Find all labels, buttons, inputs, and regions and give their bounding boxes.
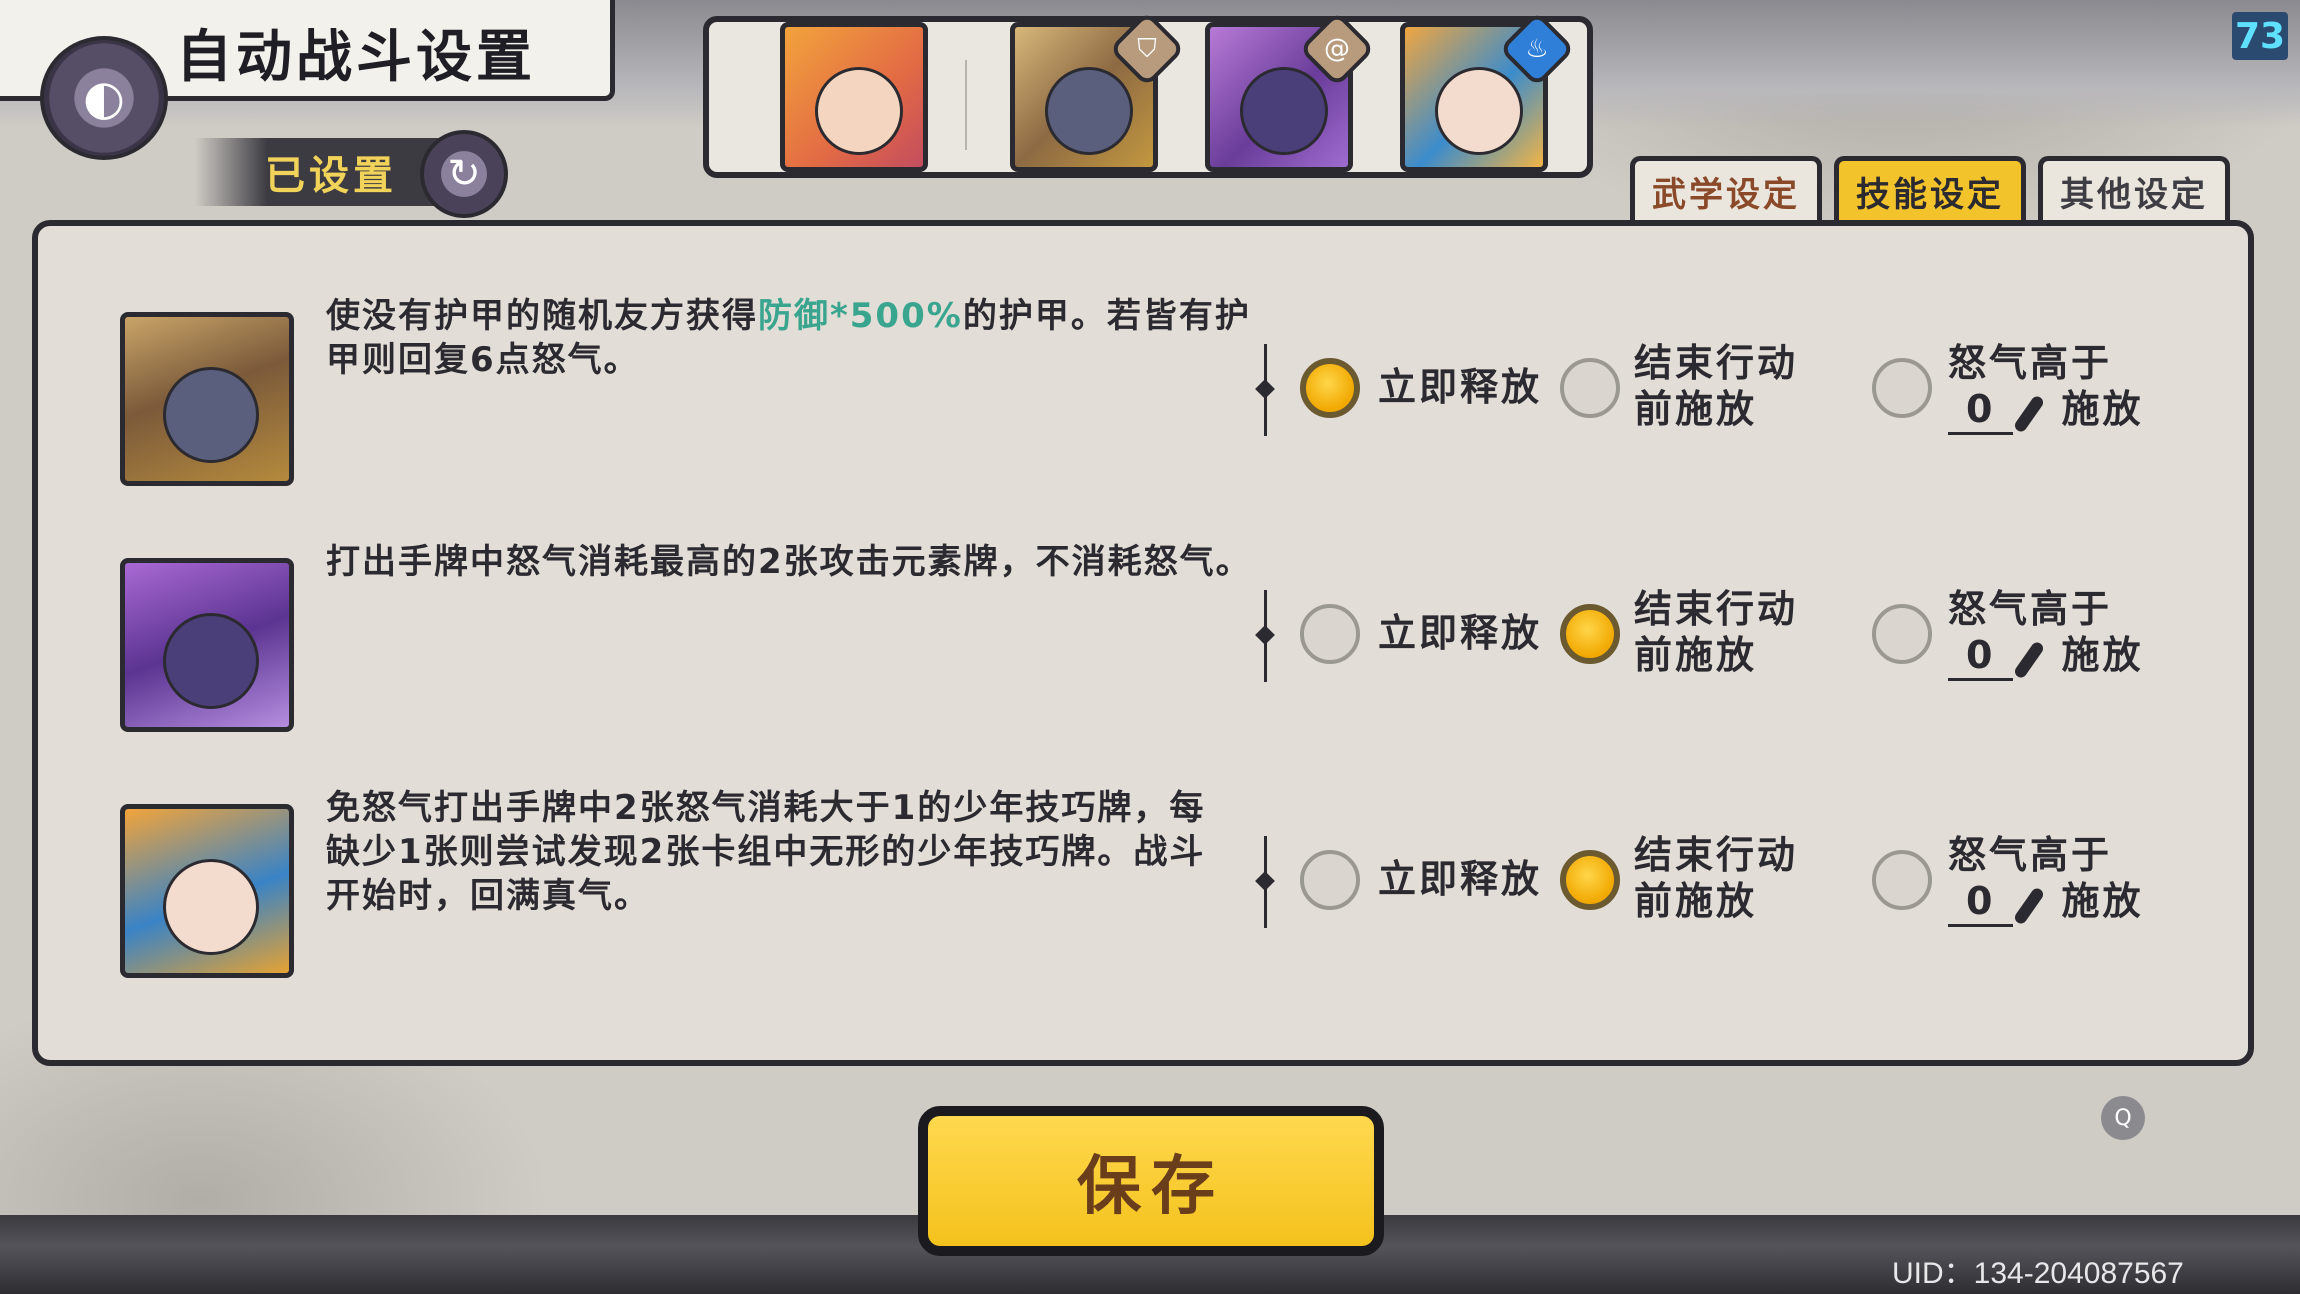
- rock-golem-face-icon: [163, 367, 259, 463]
- end-turn-line1: 结束行动: [1634, 587, 1799, 631]
- skill-desc-highlight: 防御*500%: [758, 296, 963, 336]
- tab-other-settings[interactable]: 其他设定: [2038, 156, 2230, 222]
- skill-description: 打出手牌中怒气消耗最高的2张攻击元素牌，不消耗怒气。: [326, 540, 1266, 584]
- threshold-line1: 怒气高于: [1948, 587, 2113, 631]
- hero-portrait[interactable]: [780, 22, 928, 172]
- threshold-value[interactable]: 0: [1948, 632, 2014, 681]
- end-turn-line2: 前施放: [1634, 879, 1758, 923]
- threshold-suffix: 施放: [2061, 633, 2144, 677]
- option-threshold-label: 怒气高于 0 施放: [1948, 832, 2143, 927]
- radio-immediate[interactable]: [1300, 850, 1360, 910]
- skill-description: 使没有护甲的随机友方获得防御*500%的护甲。若皆有护甲则回复6点怒气。: [326, 294, 1266, 382]
- radio-end-turn[interactable]: [1560, 850, 1620, 910]
- threshold-suffix: 施放: [2061, 879, 2144, 923]
- uid-label: UID：134-204087567: [1892, 1257, 2184, 1290]
- rock-golem-skill-icon: [120, 312, 294, 486]
- option-divider: [1264, 836, 1267, 928]
- edit-pen-icon[interactable]: [2019, 392, 2055, 432]
- end-turn-line1: 结束行动: [1634, 833, 1799, 877]
- threshold-suffix: 施放: [2061, 387, 2144, 431]
- team-divider: [965, 60, 967, 150]
- option-divider: [1264, 590, 1267, 682]
- hero-face-icon: [815, 67, 903, 155]
- blue-hair-boy-skill-icon: [120, 804, 294, 978]
- reset-swirl-icon[interactable]: ↻: [420, 130, 508, 218]
- skill-desc-text: 使没有护甲的随机友方获得: [326, 296, 758, 336]
- skill-row: 打出手牌中怒气消耗最高的2张攻击元素牌，不消耗怒气。 立即释放 结束行动 前施放 …: [38, 542, 2248, 752]
- purple-beast-skill-icon: [120, 558, 294, 732]
- radio-immediate[interactable]: [1300, 358, 1360, 418]
- threshold-line1: 怒气高于: [1948, 833, 2113, 877]
- rock-golem-face-icon: [1045, 67, 1133, 155]
- blue-hair-boy-face-icon: [163, 859, 259, 955]
- end-turn-line2: 前施放: [1634, 633, 1758, 677]
- page-title: 自动战斗设置: [176, 24, 536, 90]
- skill-desc-text: 免怒气打出手牌中2张怒气消耗大于1的少年技巧牌，每缺少1张则尝试发现2张卡组中无…: [326, 788, 1206, 916]
- option-threshold-label: 怒气高于 0 施放: [1948, 586, 2143, 681]
- level-badge: 73: [2232, 12, 2288, 60]
- radio-end-turn[interactable]: [1560, 358, 1620, 418]
- skill-description: 免怒气打出手牌中2张怒气消耗大于1的少年技巧牌，每缺少1张则尝试发现2张卡组中无…: [326, 786, 1226, 918]
- end-turn-line1: 结束行动: [1634, 341, 1799, 385]
- option-end-turn-label: 结束行动 前施放: [1634, 586, 1798, 678]
- option-immediate-label: 立即释放: [1378, 611, 1543, 655]
- tab-skill-settings[interactable]: 技能设定: [1834, 156, 2026, 222]
- end-turn-line2: 前施放: [1634, 387, 1758, 431]
- blue-hair-boy-face-icon: [1435, 67, 1523, 155]
- radio-end-turn[interactable]: [1560, 604, 1620, 664]
- option-end-turn-label: 结束行动 前施放: [1634, 340, 1798, 432]
- skill-settings-panel: 使没有护甲的随机友方获得防御*500%的护甲。若皆有护甲则回复6点怒气。 立即释…: [32, 220, 2254, 1066]
- skill-row: 免怒气打出手牌中2张怒气消耗大于1的少年技巧牌，每缺少1张则尝试发现2张卡组中无…: [38, 788, 2248, 998]
- edit-pen-icon[interactable]: [2019, 884, 2055, 924]
- purple-beast-face-icon: [163, 613, 259, 709]
- option-divider: [1264, 344, 1267, 436]
- option-immediate-label: 立即释放: [1378, 857, 1543, 901]
- option-end-turn-label: 结束行动 前施放: [1634, 832, 1798, 924]
- radio-threshold[interactable]: [1872, 604, 1932, 664]
- radio-threshold[interactable]: [1872, 850, 1932, 910]
- search-icon[interactable]: Q: [2101, 1096, 2145, 1140]
- threshold-line1: 怒气高于: [1948, 341, 2113, 385]
- option-immediate-label: 立即释放: [1378, 365, 1543, 409]
- edit-pen-icon[interactable]: [2019, 638, 2055, 678]
- back-swirl-icon[interactable]: ◐: [40, 36, 168, 160]
- skill-desc-text: 打出手牌中怒气消耗最高的2张攻击元素牌，不消耗怒气。: [326, 542, 1252, 582]
- purple-beast-face-icon: [1240, 67, 1328, 155]
- threshold-value[interactable]: 0: [1948, 878, 2014, 927]
- option-threshold-label: 怒气高于 0 施放: [1948, 340, 2143, 435]
- radio-immediate[interactable]: [1300, 604, 1360, 664]
- tab-martial-settings[interactable]: 武学设定: [1630, 156, 1822, 222]
- skill-row: 使没有护甲的随机友方获得防御*500%的护甲。若皆有护甲则回复6点怒气。 立即释…: [38, 296, 2248, 506]
- threshold-value[interactable]: 0: [1948, 386, 2014, 435]
- radio-threshold[interactable]: [1872, 358, 1932, 418]
- save-button[interactable]: 保存: [918, 1106, 1384, 1256]
